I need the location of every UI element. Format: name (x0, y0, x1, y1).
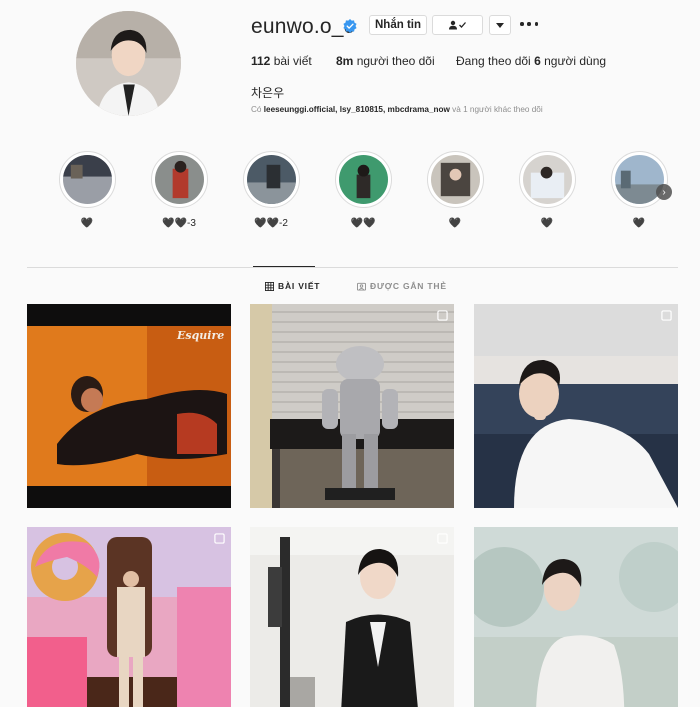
tab-tagged[interactable]: ĐƯỢC GẮN THẺ (357, 281, 447, 291)
highlight-label: 🖤 (540, 218, 554, 229)
message-button-label: Nhắn tin (375, 19, 421, 31)
post-thumbnail[interactable] (474, 527, 678, 707)
story-highlight[interactable]: 🖤🖤 (333, 151, 393, 230)
story-highlight[interactable]: 🖤 (57, 151, 117, 230)
multiple-posts-icon (437, 533, 448, 544)
post-thumbnail[interactable] (250, 527, 454, 707)
multiple-posts-icon (661, 310, 672, 321)
verified-badge-icon (343, 19, 357, 33)
followed-by-text[interactable]: Có leeseunggi.official, lsy_810815, mbcd… (251, 105, 543, 114)
post-thumbnail[interactable] (27, 527, 231, 707)
following-stat[interactable]: Đang theo dõi 6 người dùng (456, 54, 606, 68)
post-thumbnail[interactable] (474, 304, 678, 508)
post-image (474, 527, 678, 707)
highlight-label: 🖤🖤 (350, 218, 376, 229)
active-tab-indicator (253, 266, 315, 267)
chevron-right-icon[interactable]: › (656, 184, 672, 200)
post-thumbnail[interactable] (250, 304, 454, 508)
highlight-cover (430, 155, 480, 204)
grid-icon (265, 281, 274, 291)
followers-stat[interactable]: 8m người theo dõi (336, 54, 435, 68)
highlight-label: 🖤 (632, 218, 646, 229)
suggested-accounts-button[interactable] (489, 15, 511, 35)
more-dots-icon[interactable] (520, 16, 538, 32)
profile-full-name: 차은우 (251, 86, 285, 100)
story-highlight[interactable]: 🖤 (517, 151, 577, 230)
person-check-icon (448, 20, 466, 30)
post-image (250, 527, 454, 707)
highlight-cover (522, 155, 572, 204)
highlight-cover (154, 155, 204, 204)
highlight-label: 🖤 (448, 218, 462, 229)
story-highlight[interactable]: 🖤🖤-3 (149, 151, 209, 230)
post-image (27, 527, 231, 707)
chevron-down-icon (496, 22, 504, 28)
tab-tagged-label: ĐƯỢC GẮN THẺ (370, 281, 447, 291)
highlight-cover (246, 155, 296, 204)
highlight-label: 🖤🖤-2 (254, 218, 288, 229)
tabs-divider (27, 267, 678, 268)
highlight-cover (338, 155, 388, 204)
profile-avatar[interactable] (76, 11, 181, 116)
following-button[interactable] (432, 15, 483, 35)
posts-stat: 112 bài viết (251, 54, 312, 68)
story-highlight[interactable]: 🖤 (425, 151, 485, 230)
message-button[interactable]: Nhắn tin (369, 15, 427, 35)
profile-username: eunwo.o_c (251, 15, 355, 38)
highlight-cover (614, 155, 664, 204)
multiple-posts-icon (437, 310, 448, 321)
post-image (474, 304, 678, 508)
tag-icon (357, 282, 366, 291)
post-thumbnail[interactable]: Esquire (27, 304, 231, 508)
post-image (250, 304, 454, 508)
magazine-logo: Esquire (176, 329, 224, 342)
highlight-cover (62, 155, 112, 204)
highlight-label: 🖤🖤-3 (162, 218, 196, 229)
multiple-posts-icon (214, 533, 225, 544)
tab-posts[interactable]: BÀI VIẾT (265, 281, 320, 291)
tab-posts-label: BÀI VIẾT (278, 281, 321, 291)
highlight-label: 🖤 (80, 218, 94, 229)
story-highlight[interactable]: 🖤🖤-2 (241, 151, 301, 230)
